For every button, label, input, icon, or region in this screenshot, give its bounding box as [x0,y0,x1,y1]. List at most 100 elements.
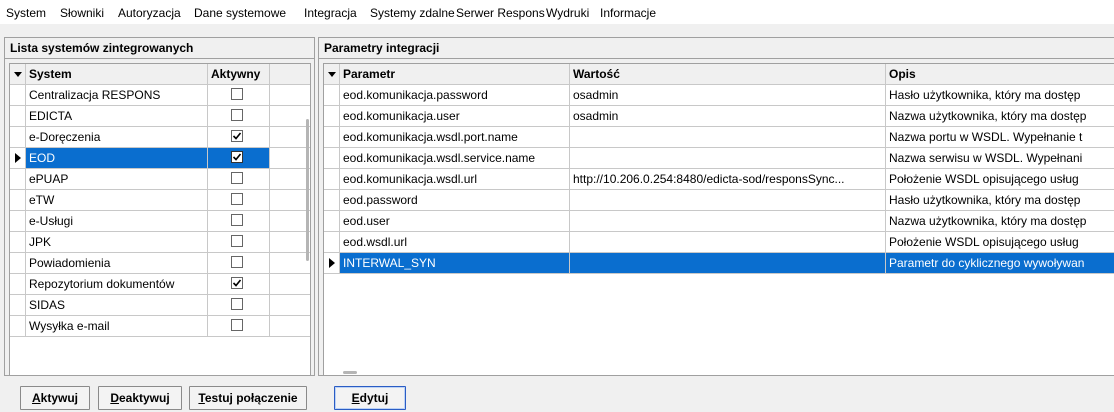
table-row[interactable]: EDICTA [10,106,310,127]
opis-cell[interactable]: Nazwa portu w WSDL. Wypełnanie t [886,127,1114,147]
active-checkbox[interactable] [231,277,243,289]
column-header-aktywny[interactable]: Aktywny [208,64,270,84]
column-header-parametr[interactable]: Parametr [340,64,570,84]
table-row[interactable]: SIDAS [10,295,310,316]
table-row[interactable]: e-Usługi [10,211,310,232]
wartosc-cell[interactable] [570,253,886,273]
active-checkbox[interactable] [231,130,243,142]
wartosc-cell[interactable]: http://10.206.0.254:8480/edicta-sod/resp… [570,169,886,189]
column-header-wartosc[interactable]: Wartość [570,64,886,84]
row-indicator[interactable] [324,85,340,105]
system-name-cell[interactable]: eTW [26,190,208,210]
table-row[interactable]: eod.komunikacja.wsdl.port.name Nazwa port… [324,127,1114,148]
opis-cell[interactable]: Hasło użytkownika, który ma dostęp [886,85,1114,105]
activate-button[interactable]: Aktywuj [20,386,90,410]
row-indicator[interactable] [10,295,26,315]
table-row[interactable]: eod.komunikacja.password osadmin Hasło uży… [324,85,1114,106]
system-name-cell[interactable]: e-Usługi [26,211,208,231]
parametr-cell[interactable]: eod.komunikacja.user [340,106,570,126]
column-header-system[interactable]: System [26,64,208,84]
test-connection-button[interactable]: Testuj połączenie [189,386,307,410]
table-row[interactable]: eod.wsdl.url Położenie WSDL opisującego u… [324,232,1114,253]
horizontal-scrollbar[interactable] [343,371,357,374]
row-indicator[interactable] [324,127,340,147]
active-checkbox[interactable] [231,88,243,100]
wartosc-cell[interactable] [570,211,886,231]
system-name-cell[interactable]: Wysyłka e-mail [26,316,208,336]
row-indicator[interactable] [10,316,26,336]
system-name-cell[interactable]: EOD [26,148,208,168]
active-checkbox[interactable] [231,109,243,121]
parametr-cell[interactable]: eod.komunikacja.wsdl.url [340,169,570,189]
row-indicator[interactable] [10,232,26,252]
active-checkbox[interactable] [231,235,243,247]
table-row[interactable]: eTW [10,190,310,211]
wartosc-cell[interactable] [570,190,886,210]
row-indicator[interactable] [324,190,340,210]
row-indicator[interactable] [10,253,26,273]
wartosc-cell[interactable]: osadmin [570,85,886,105]
row-indicator[interactable] [324,169,340,189]
system-name-cell[interactable]: JPK [26,232,208,252]
active-checkbox[interactable] [231,319,243,331]
active-checkbox[interactable] [231,172,243,184]
row-indicator[interactable] [10,211,26,231]
row-indicator[interactable] [10,106,26,126]
table-row[interactable]: JPK [10,232,310,253]
menu-informacje[interactable]: Informacje [600,6,656,20]
parametr-cell[interactable]: eod.komunikacja.password [340,85,570,105]
menu-serwer-respons[interactable]: Serwer Respons [456,6,545,20]
parametr-cell[interactable]: INTERWAL_SYN [340,253,570,273]
opis-cell[interactable]: Nazwa serwisu w WSDL. Wypełnani [886,148,1114,168]
table-row[interactable]: EOD [10,148,310,169]
table-row[interactable]: Repozytorium dokumentów [10,274,310,295]
table-row[interactable]: ePUAP [10,169,310,190]
row-indicator[interactable] [10,148,26,168]
menu-slowniki[interactable]: Słowniki [60,6,104,20]
system-name-cell[interactable]: EDICTA [26,106,208,126]
table-row[interactable]: INTERWAL_SYN Parametr do cyklicznego wywo… [324,253,1114,274]
deactivate-button[interactable]: Deaktywuj [98,386,182,410]
parametr-cell[interactable]: eod.komunikacja.wsdl.port.name [340,127,570,147]
table-row[interactable]: Wysyłka e-mail [10,316,310,337]
opis-cell[interactable]: Parametr do cyklicznego wywoływan [886,253,1114,273]
edit-button[interactable]: Edytuj [334,386,406,410]
row-indicator[interactable] [10,127,26,147]
table-row[interactable]: e-Doręczenia [10,127,310,148]
table-row[interactable]: eod.password Hasło użytkownika, który ma … [324,190,1114,211]
menu-wydruki[interactable]: Wydruki [546,6,589,20]
row-indicator[interactable] [10,190,26,210]
parametr-cell[interactable]: eod.wsdl.url [340,232,570,252]
row-indicator[interactable] [324,148,340,168]
table-row[interactable]: eod.komunikacja.wsdl.service.name Nazwa s… [324,148,1114,169]
row-indicator[interactable] [10,274,26,294]
row-indicator[interactable] [324,211,340,231]
row-indicator[interactable] [324,232,340,252]
opis-cell[interactable]: Nazwa użytkownika, który ma dostęp [886,211,1114,231]
table-row[interactable]: eod.user Nazwa użytkownika, który ma dost… [324,211,1114,232]
column-menu-button[interactable] [10,64,26,84]
table-row[interactable]: Centralizacja RESPONS [10,85,310,106]
system-name-cell[interactable]: SIDAS [26,295,208,315]
system-name-cell[interactable]: Repozytorium dokumentów [26,274,208,294]
active-checkbox[interactable] [231,298,243,310]
system-name-cell[interactable]: Centralizacja RESPONS [26,85,208,105]
column-header-opis[interactable]: Opis [886,64,1114,84]
wartosc-cell[interactable] [570,148,886,168]
wartosc-cell[interactable] [570,232,886,252]
active-checkbox[interactable] [231,193,243,205]
system-name-cell[interactable]: ePUAP [26,169,208,189]
wartosc-cell[interactable] [570,127,886,147]
opis-cell[interactable]: Położenie WSDL opisującego usług [886,232,1114,252]
active-checkbox[interactable] [231,214,243,226]
menu-integracja[interactable]: Integracja [304,6,357,20]
table-row[interactable]: eod.komunikacja.user osadmin Nazwa użytkow… [324,106,1114,127]
system-name-cell[interactable]: Powiadomienia [26,253,208,273]
table-row[interactable]: eod.komunikacja.wsdl.url http://10.206.0.… [324,169,1114,190]
menu-systemy-zdalne[interactable]: Systemy zdalne [370,6,455,20]
column-menu-button[interactable] [324,64,340,84]
menu-autoryzacja[interactable]: Autoryzacja [118,6,181,20]
parametr-cell[interactable]: eod.user [340,211,570,231]
parametr-cell[interactable]: eod.komunikacja.wsdl.service.name [340,148,570,168]
system-name-cell[interactable]: e-Doręczenia [26,127,208,147]
